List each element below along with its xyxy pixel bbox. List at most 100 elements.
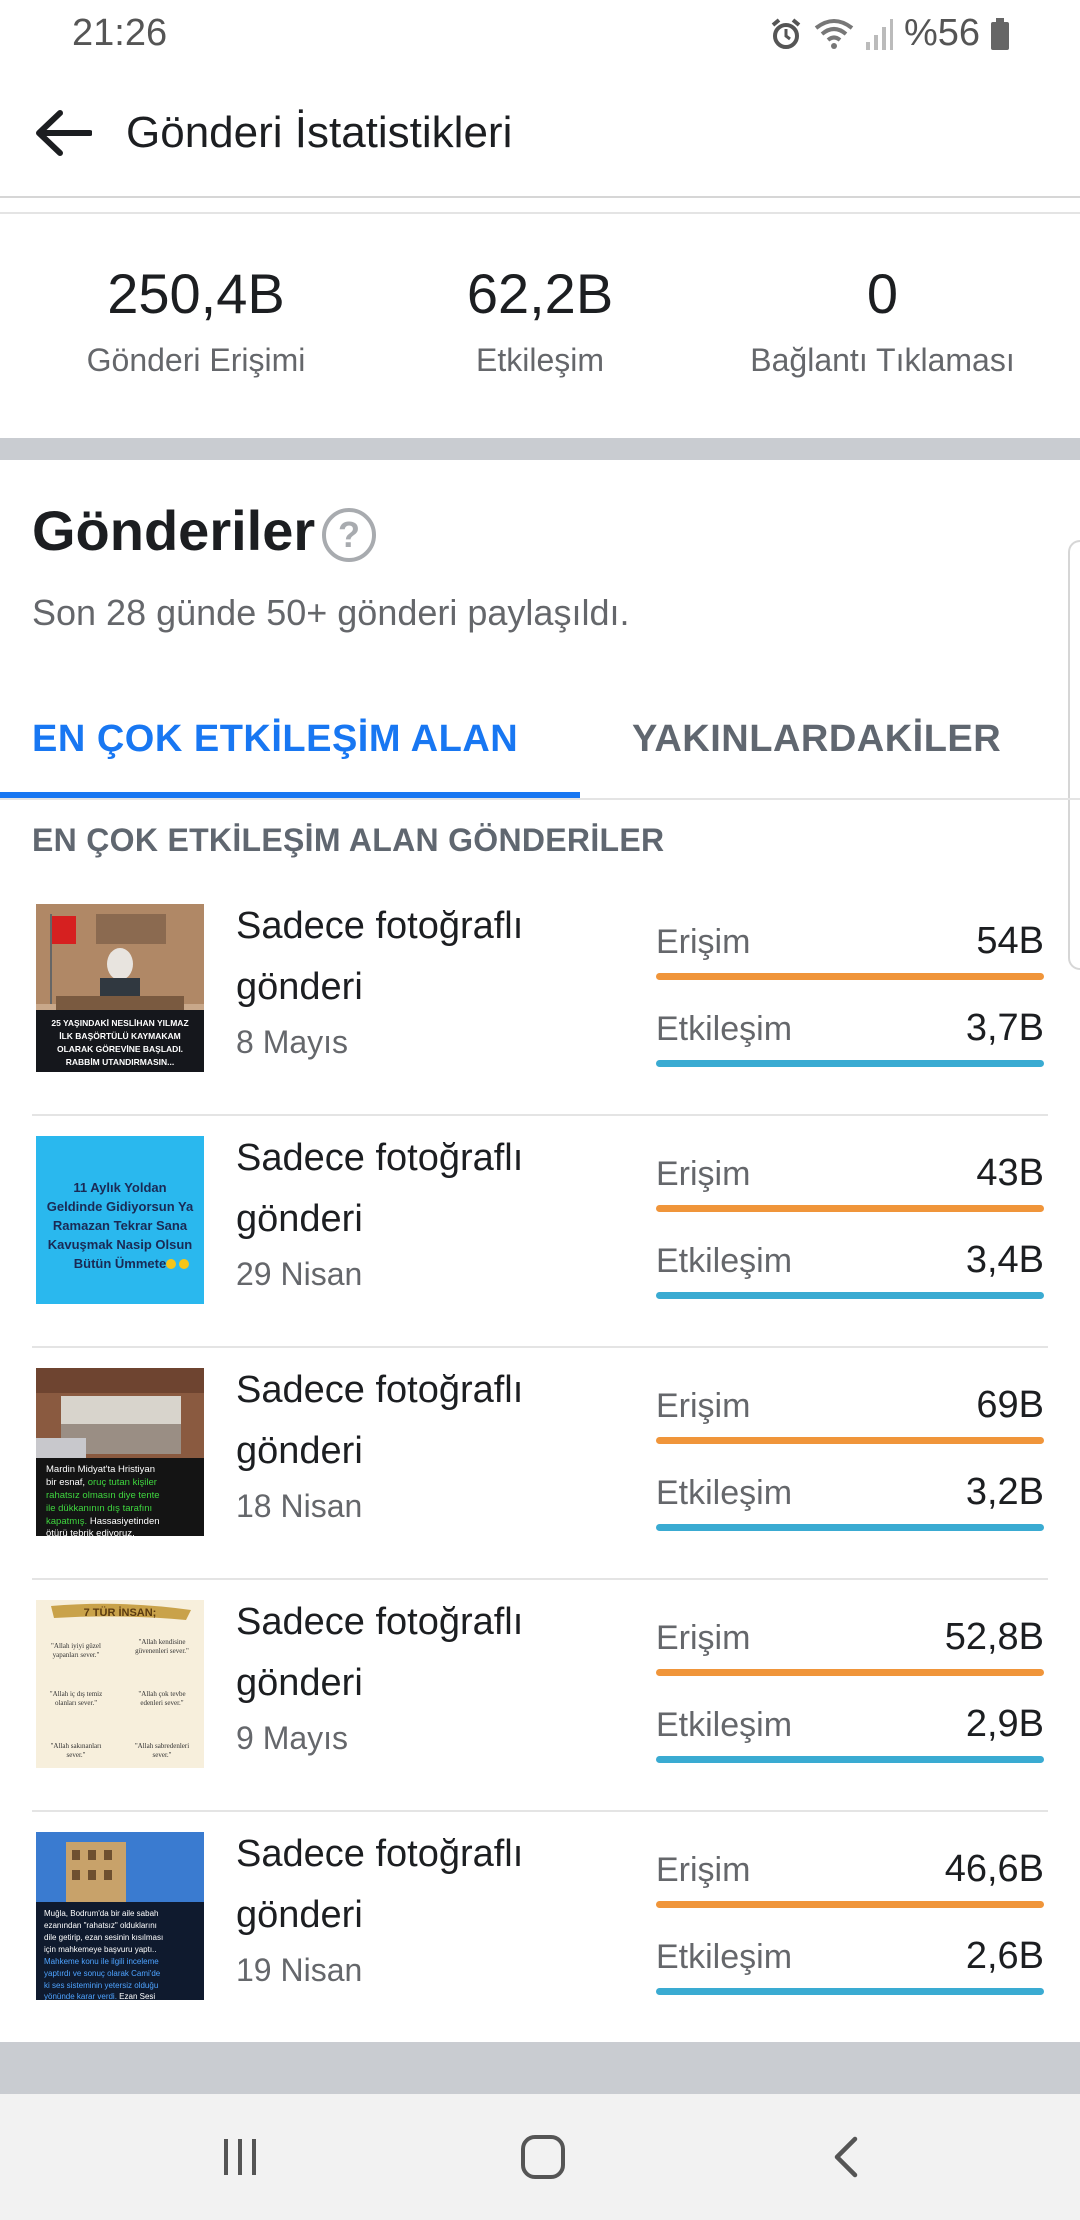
help-icon[interactable]: ? xyxy=(322,508,376,562)
svg-text:yaptırdı ve sonuç olarak Cami': yaptırdı ve sonuç olarak Cami'de xyxy=(44,1969,161,1978)
status-icons: %56 xyxy=(768,12,1010,55)
svg-text:sever.": sever." xyxy=(67,1751,86,1759)
back-nav-button[interactable] xyxy=(806,2124,886,2190)
post-row[interactable]: 25 YAŞINDAKİ NESLİHAN YILMAZ İLK BAŞÖRTÜ… xyxy=(32,884,1048,1116)
svg-text:bir esnaf, oruç tutan kişiler: bir esnaf, oruç tutan kişiler xyxy=(46,1477,157,1488)
engagement-metric: Etkileşim 3,4B xyxy=(656,1239,1044,1299)
svg-text:Ramazan Tekrar Sana: Ramazan Tekrar Sana xyxy=(53,1218,188,1233)
svg-text:"Allah sakınanları: "Allah sakınanları xyxy=(51,1742,102,1750)
svg-text:Mahkeme konu ile ilgili incele: Mahkeme konu ile ilgili inceleme xyxy=(44,1957,159,1966)
engagement-metric: Etkileşim 2,9B xyxy=(656,1703,1044,1763)
reach-label: Erişim xyxy=(656,1387,751,1425)
engagement-metric: Etkileşim 3,2B xyxy=(656,1471,1044,1531)
engagement-value: 2,9B xyxy=(965,1703,1044,1745)
app-bar: Gönderi İstatistikleri xyxy=(0,68,1080,198)
back-button[interactable] xyxy=(28,103,98,163)
reach-bar xyxy=(656,1437,1044,1444)
post-thumbnail: 11 Aylık Yoldan Geldinde Gidiyorsun Ya R… xyxy=(36,1136,204,1304)
engagement-label: Etkileşim xyxy=(656,1010,793,1048)
svg-text:İLK BAŞÖRTÜLÜ KAYMAKAM: İLK BAŞÖRTÜLÜ KAYMAKAM xyxy=(59,1031,181,1041)
alarm-icon xyxy=(768,16,804,52)
recent-apps-icon xyxy=(224,2139,256,2175)
engagement-metric: Etkileşim 3,7B xyxy=(656,1007,1044,1067)
post-date: 29 Nisan xyxy=(236,1256,363,1292)
reach-label: Erişim xyxy=(656,923,751,961)
post-title: Sadece fotoğraflı gönderi xyxy=(236,905,524,1008)
reach-bar xyxy=(656,1669,1044,1676)
post-date: 18 Nisan xyxy=(236,1488,363,1524)
stat-value: 250,4B xyxy=(107,262,285,325)
status-bar: 21:26 %56 xyxy=(0,0,1080,68)
battery-percent: %56 xyxy=(903,12,980,54)
engagement-bar xyxy=(656,1988,1044,1995)
svg-text:sever.": sever." xyxy=(153,1751,172,1759)
post-title: Sadece fotoğraflı gönderi xyxy=(236,1833,524,1936)
reach-metric: Erişim 43B xyxy=(656,1152,1044,1212)
svg-text:7 TÜR İNSAN;: 7 TÜR İNSAN; xyxy=(84,1606,157,1619)
reach-metric: Erişim 52,8B xyxy=(656,1616,1044,1676)
post-row[interactable]: Muğla, Bodrum'da bir aile sabah ezanında… xyxy=(32,1812,1048,2044)
post-date: 19 Nisan xyxy=(236,1952,363,1988)
section-title: Gönderiler xyxy=(32,499,316,562)
section-divider xyxy=(0,438,1080,460)
stat-post-reach: 250,4B Gönderi Erişimi xyxy=(76,266,316,379)
reach-label: Erişim xyxy=(656,1155,751,1193)
tab-most-engaged[interactable]: EN ÇOK ETKİLEŞİM ALAN xyxy=(32,718,518,761)
engagement-value: 2,6B xyxy=(965,1935,1044,1977)
svg-text:OLARAK GÖREVİNE BAŞLADI.: OLARAK GÖREVİNE BAŞLADI. xyxy=(57,1044,183,1054)
reach-label: Erişim xyxy=(656,1619,751,1657)
reach-label: Erişim xyxy=(656,1851,751,1889)
reach-value: 46,6B xyxy=(944,1848,1044,1890)
post-row[interactable]: Mardin Midyat'ta Hristiyan bir esnaf, or… xyxy=(32,1348,1048,1580)
svg-text:"Allah sabredenleri: "Allah sabredenleri xyxy=(135,1742,189,1750)
post-thumbnail: 25 YAŞINDAKİ NESLİHAN YILMAZ İLK BAŞÖRTÜ… xyxy=(36,904,204,1072)
engagement-bar xyxy=(656,1524,1044,1531)
post-row[interactable]: 11 Aylık Yoldan Geldinde Gidiyorsun Ya R… xyxy=(32,1116,1048,1348)
svg-text:"Allah iyiyi güzel: "Allah iyiyi güzel xyxy=(51,1642,101,1650)
reach-bar xyxy=(656,1901,1044,1908)
reach-value: 52,8B xyxy=(944,1616,1044,1658)
svg-text:Mardin Midyat'ta Hristiyan: Mardin Midyat'ta Hristiyan xyxy=(46,1464,155,1475)
engagement-bar xyxy=(656,1060,1044,1067)
post-title: Sadece fotoğraflı gönderi xyxy=(236,1137,524,1240)
page-title: Gönderi İstatistikleri xyxy=(126,108,513,157)
stat-label: Bağlantı Tıklaması xyxy=(750,342,1015,378)
list-header: EN ÇOK ETKİLEŞİM ALAN GÖNDERİLER xyxy=(32,822,665,858)
svg-text:yapanları sever.": yapanları sever." xyxy=(53,1651,100,1659)
stat-link-clicks: 0 Bağlantı Tıklaması xyxy=(735,266,1030,379)
svg-text:dile getirip, ezan sesinin kıs: dile getirip, ezan sesinin kısılması xyxy=(44,1933,163,1942)
engagement-label: Etkileşim xyxy=(656,1706,793,1744)
tab-recent[interactable]: YAKINLARDAKİLER xyxy=(632,718,1001,761)
svg-text:için mahkemeye başvuru yaptı..: için mahkemeye başvuru yaptı.. xyxy=(44,1945,157,1954)
reach-bar xyxy=(656,1205,1044,1212)
section-subtitle: Son 28 günde 50+ gönderi paylaşıldı. xyxy=(32,592,630,633)
svg-text:rahatsız olmasın diye tente: rahatsız olmasın diye tente xyxy=(46,1490,160,1501)
home-icon xyxy=(521,2135,565,2179)
recent-apps-button[interactable] xyxy=(200,2124,280,2190)
post-date: 8 Mayıs xyxy=(236,1024,349,1060)
engagement-value: 3,7B xyxy=(965,1007,1044,1049)
reach-bar xyxy=(656,973,1044,980)
tab-active-indicator xyxy=(0,792,580,798)
svg-text:güvenenleri sever.": güvenenleri sever." xyxy=(135,1647,189,1655)
engagement-metric: Etkileşim 2,6B xyxy=(656,1935,1044,1995)
wifi-icon xyxy=(814,16,854,52)
svg-text:RABBİM UTANDIRMASIN...: RABBİM UTANDIRMASIN... xyxy=(66,1057,174,1067)
stat-value: 0 xyxy=(866,262,899,325)
battery-icon xyxy=(990,17,1010,51)
post-thumbnail: Mardin Midyat'ta Hristiyan bir esnaf, or… xyxy=(36,1368,204,1536)
svg-text:Geldinde Gidiyorsun Ya: Geldinde Gidiyorsun Ya xyxy=(47,1199,194,1214)
stat-engagement: 62,2B Etkileşim xyxy=(440,266,640,379)
tab-bar: EN ÇOK ETKİLEŞİM ALAN YAKINLARDAKİLER xyxy=(0,700,1080,800)
svg-text:ötürü tebrik ediyoruz.: ötürü tebrik ediyoruz. xyxy=(46,1528,135,1536)
svg-text:11 Aylık Yoldan: 11 Aylık Yoldan xyxy=(73,1180,166,1195)
svg-text:kapatmış. Hassasiyetinden: kapatmış. Hassasiyetinden xyxy=(46,1516,160,1527)
reach-metric: Erişim 54B xyxy=(656,920,1044,980)
post-thumbnail: 7 TÜR İNSAN; "Allah iyiyi güzel yapanlar… xyxy=(36,1600,204,1768)
svg-text:25 YAŞINDAKİ NESLİHAN YILMAZ: 25 YAŞINDAKİ NESLİHAN YILMAZ xyxy=(51,1018,188,1028)
stat-value: 62,2B xyxy=(466,262,614,325)
stat-label: Etkileşim xyxy=(475,342,604,378)
svg-text:"Allah iç dış temiz: "Allah iç dış temiz xyxy=(50,1690,102,1698)
post-row[interactable]: 7 TÜR İNSAN; "Allah iyiyi güzel yapanlar… xyxy=(32,1580,1048,1812)
home-button[interactable] xyxy=(503,2124,583,2190)
